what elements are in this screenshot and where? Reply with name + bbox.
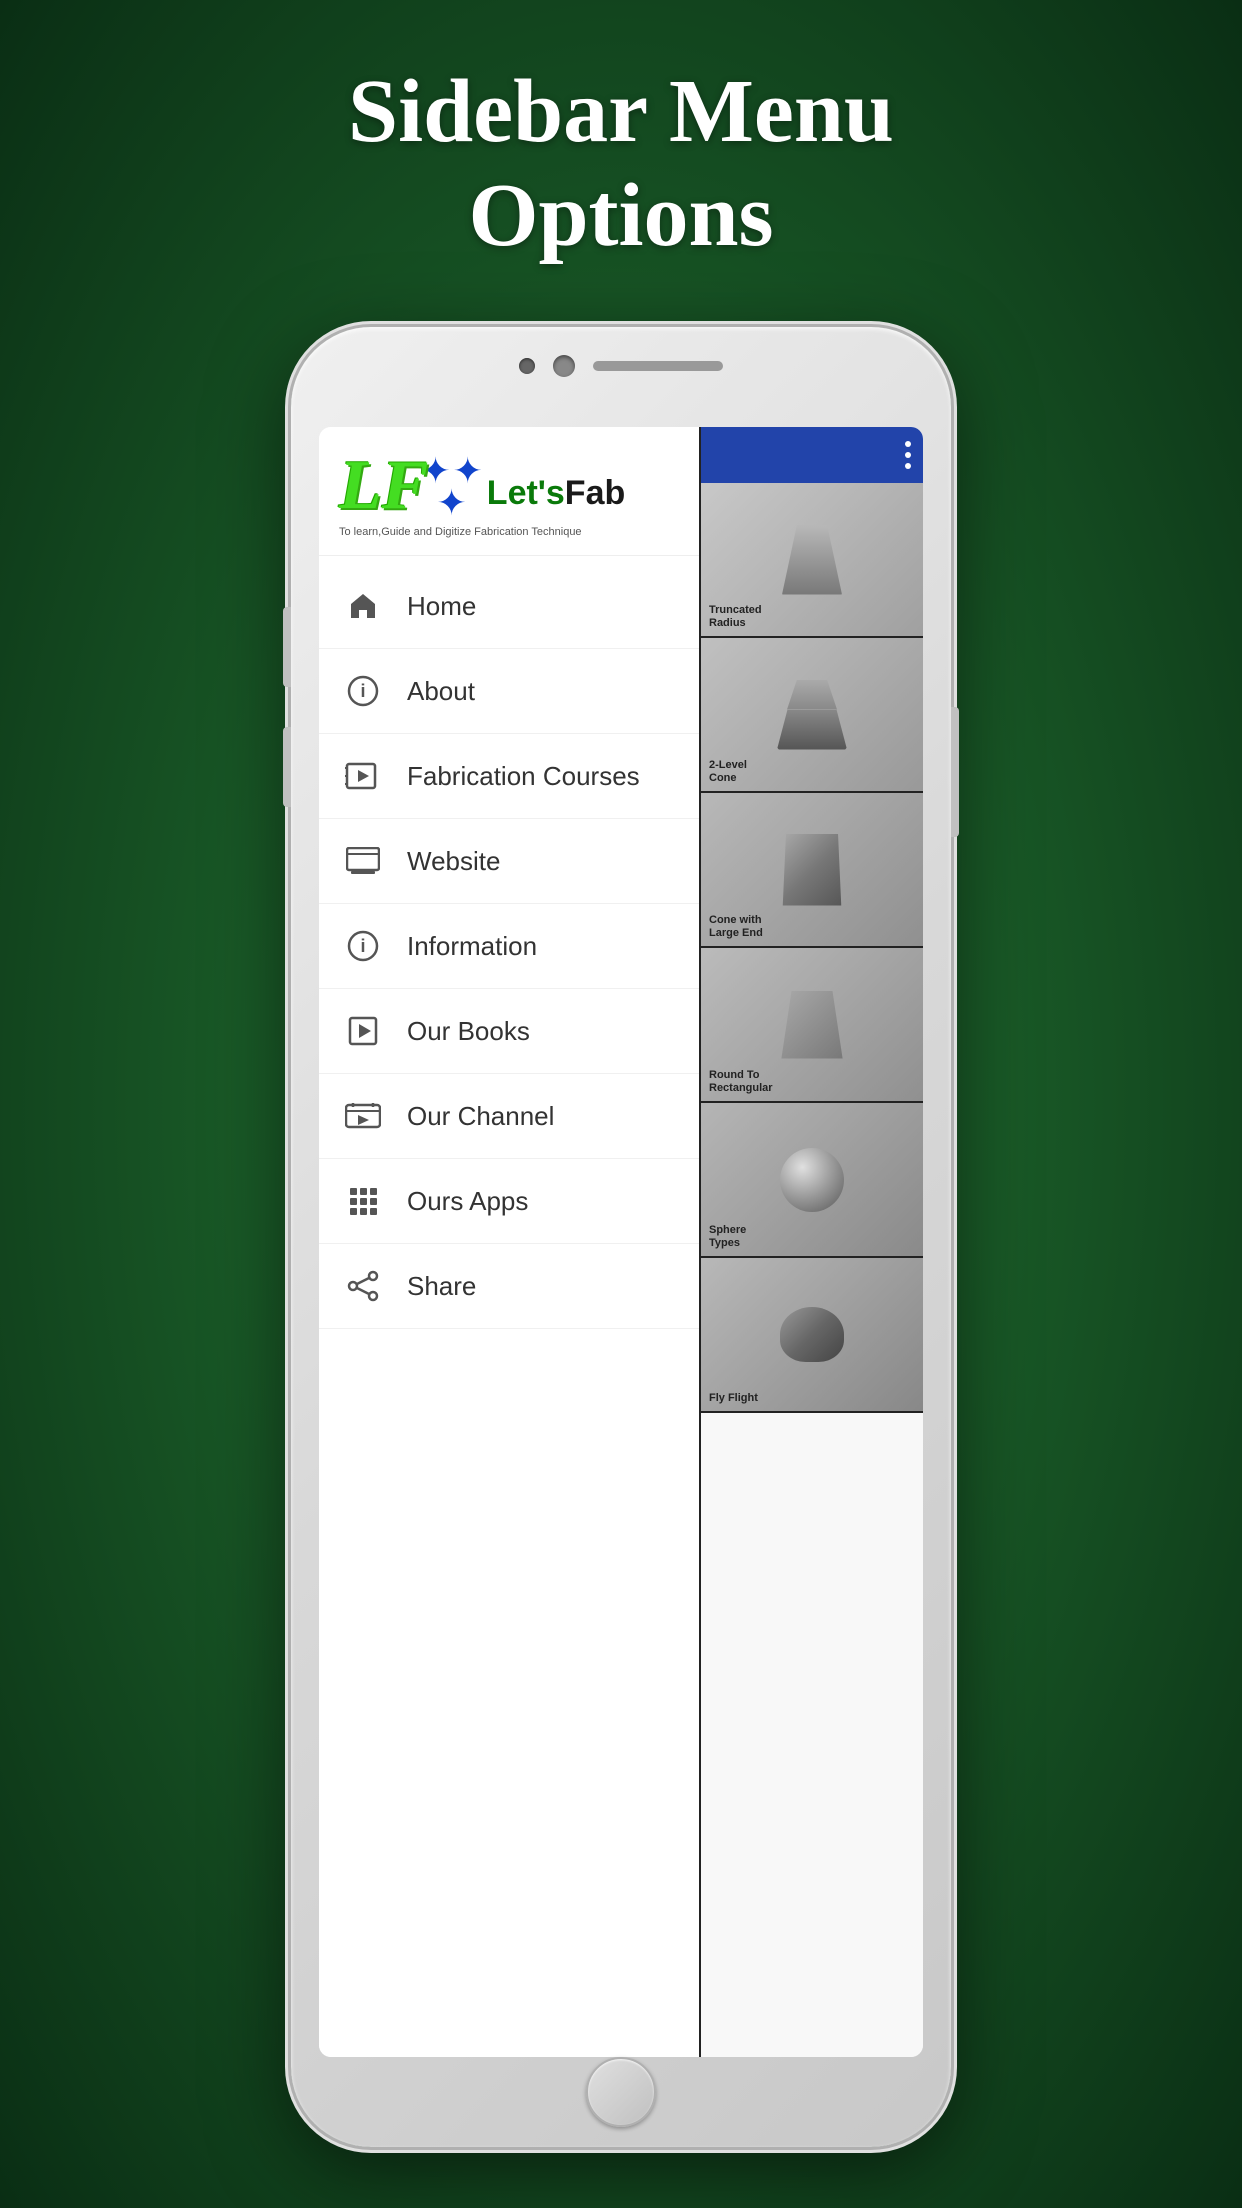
share-icon [343,1266,383,1306]
home-button[interactable] [586,2057,656,2127]
brand-letsfab-colored: Let's [487,474,565,512]
apps-icon [343,1181,383,1221]
svg-text:i: i [360,936,365,956]
sidebar-item-courses-label: Fabrication Courses [407,761,640,792]
content-panel: TruncatedRadius 2-LevelCone [699,427,923,2057]
info2-icon: i [343,926,383,966]
sidebar-item-apps-label: Ours Apps [407,1186,528,1217]
logo-stars: ✦ ✦ ✦ [420,455,482,520]
logo-area: LF ✦ ✦ ✦ Let'sFab [319,427,699,556]
star-icon-3: ✦ [437,487,467,519]
phone-screen: LF ✦ ✦ ✦ Let'sFab [319,427,923,2057]
card-label-3: Cone withLarge End [705,914,919,940]
card-label-4: Round ToRectangular [705,1069,919,1095]
dot-3 [905,463,911,469]
sidebar-item-information-label: Information [407,931,537,962]
sidebar-item-about[interactable]: i About [319,649,699,734]
dot-2 [905,452,911,458]
page-title: Sidebar Menu Options [348,60,894,267]
sidebar-item-about-label: About [407,676,475,707]
sidebar-item-our-channel[interactable]: Our Channel [319,1074,699,1159]
logo-letters: LF [339,451,428,521]
sidebar-item-website[interactable]: Website [319,819,699,904]
content-header [701,427,923,483]
sidebar-item-our-books[interactable]: Our Books [319,989,699,1074]
sidebar-item-ours-apps[interactable]: Ours Apps [319,1159,699,1244]
svg-text:i: i [360,681,365,701]
sidebar-menu: LF ✦ ✦ ✦ Let'sFab [319,427,699,2057]
info-icon: i [343,671,383,711]
courses-icon [343,756,383,796]
speaker-bar [593,361,723,371]
card-truncated-radius[interactable]: TruncatedRadius [701,483,923,638]
card-largeend-cone[interactable]: Cone withLarge End [701,793,923,948]
sidebar-item-channel-label: Our Channel [407,1101,554,1132]
channel-icon [343,1096,383,1136]
card-round-rectangular[interactable]: Round ToRectangular [701,948,923,1103]
sidebar-item-information[interactable]: i Information [319,904,699,989]
sidebar-item-website-label: Website [407,846,500,877]
more-options-button[interactable] [905,441,911,469]
sidebar-item-home-label: Home [407,591,476,622]
card-label-1: TruncatedRadius [705,604,919,630]
card-level-cone[interactable]: 2-LevelCone [701,638,923,793]
menu-items-list: Home i About [319,556,699,1337]
sidebar-item-fabrication-courses[interactable]: Fabrication Courses [319,734,699,819]
books-icon [343,1011,383,1051]
website-icon [343,841,383,881]
front-camera [519,358,535,374]
camera-dot [553,355,575,377]
brand-tagline: To learn,Guide and Digitize Fabrication … [339,525,679,539]
sidebar-item-share[interactable]: Share [319,1244,699,1329]
phone-shell: LF ✦ ✦ ✦ Let'sFab [291,327,951,2147]
card-sphere-types[interactable]: SphereTypes [701,1103,923,1258]
card-fly-flight[interactable]: Fly Flight [701,1258,923,1413]
card-label-5: SphereTypes [705,1224,919,1250]
dot-1 [905,441,911,447]
sidebar-item-books-label: Our Books [407,1016,530,1047]
card-label-2: 2-LevelCone [705,759,919,785]
sidebar-item-home[interactable]: Home [319,564,699,649]
phone-mockup: LF ✦ ✦ ✦ Let'sFab [291,327,951,2147]
content-cards: TruncatedRadius 2-LevelCone [701,483,923,1413]
brand-letsfab-dark: Fab [565,474,625,512]
home-icon [343,586,383,626]
card-label-6: Fly Flight [705,1392,919,1405]
brand-name: Let'sFab [487,474,625,513]
sidebar-item-share-label: Share [407,1271,476,1302]
phone-top-bar [519,355,723,377]
